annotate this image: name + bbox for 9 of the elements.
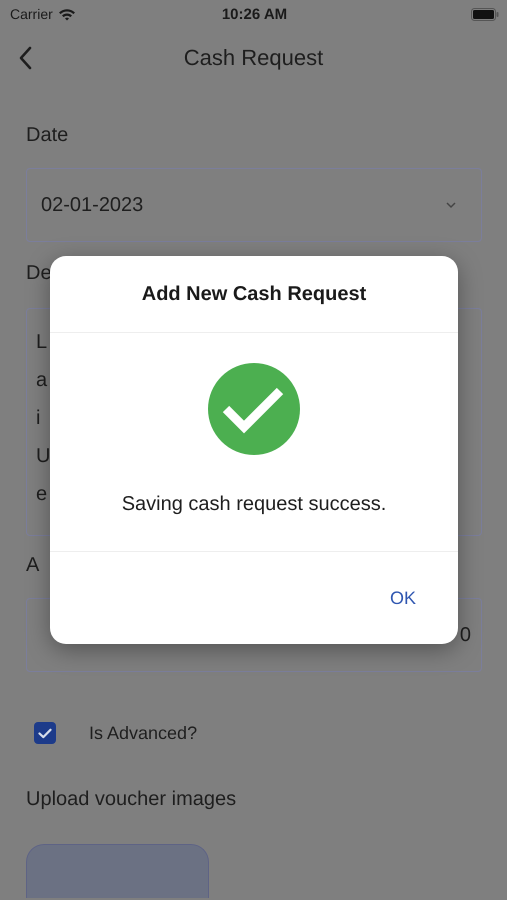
dialog-message: Saving cash request success. xyxy=(122,493,386,516)
carrier-label: Carrier xyxy=(10,6,53,22)
clock-time: 10:26 AM xyxy=(222,6,288,22)
screen-title: Cash Request xyxy=(184,45,324,70)
amount-label: A xyxy=(26,553,40,578)
date-label: Date xyxy=(26,123,70,148)
dialog-title: Add New Cash Request xyxy=(142,282,366,306)
advanced-label: Is Advanced? xyxy=(89,722,198,744)
upload-label: Upload voucher images xyxy=(26,787,238,812)
